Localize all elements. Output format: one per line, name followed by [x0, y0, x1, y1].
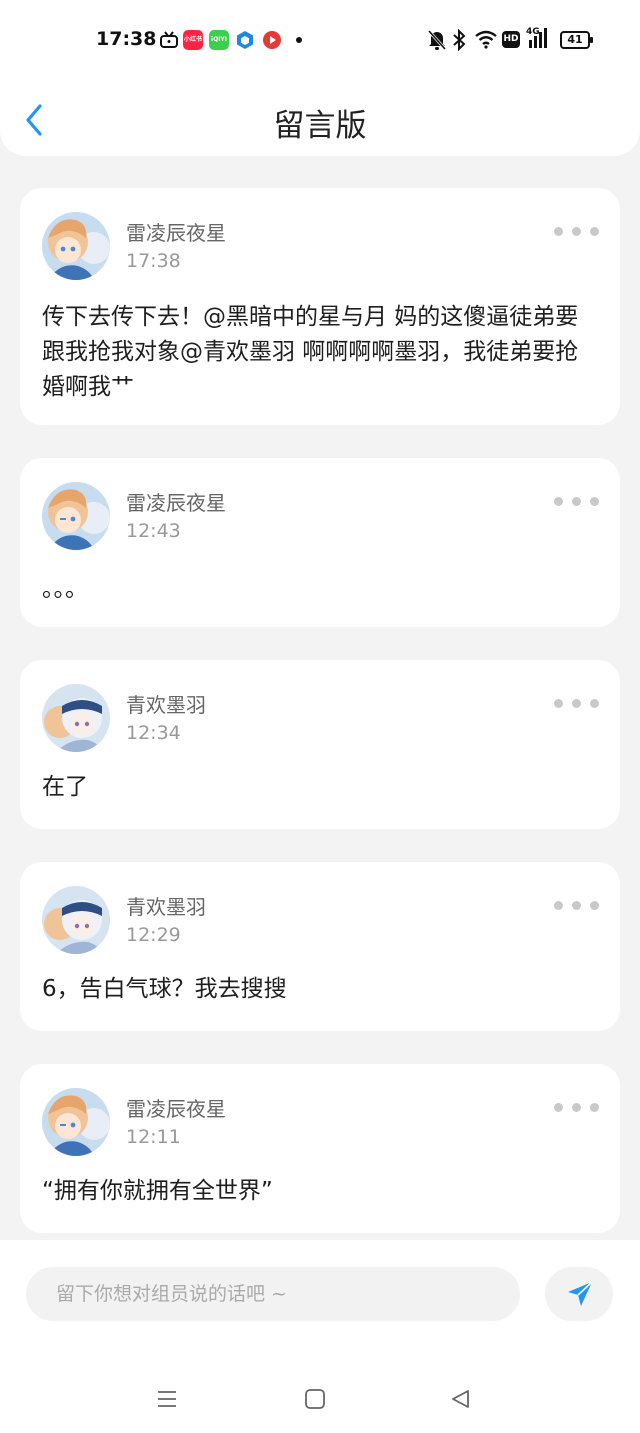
system-nav-bar	[0, 1377, 640, 1421]
more-dot-icon	[590, 699, 599, 708]
avatar[interactable]	[42, 482, 110, 550]
message-text: 6，告白气球？我去搜搜	[42, 976, 287, 1002]
more-dot-icon	[590, 497, 599, 506]
message-card: 雷凌辰夜星 12:43 。。。	[20, 458, 620, 627]
notification-dot-icon	[296, 37, 302, 43]
nav-menu-button[interactable]	[155, 1387, 179, 1411]
more-dot-icon	[572, 1103, 581, 1112]
message-text: 在了	[42, 774, 88, 800]
status-bar: 17:38 小红书 iQIYI HD 4G 41	[0, 0, 640, 80]
bluetooth-icon	[453, 29, 466, 51]
send-button[interactable]	[545, 1267, 613, 1321]
more-dot-icon	[572, 497, 581, 506]
message-card: 雷凌辰夜星 12:11 “拥有你就拥有全世界”	[20, 1064, 620, 1233]
avatar-image	[42, 212, 110, 280]
signal-4g-icon: 4G	[526, 27, 552, 50]
more-dot-icon	[554, 497, 563, 506]
more-dot-icon	[554, 1103, 563, 1112]
more-dot-icon	[554, 901, 563, 910]
message-card: 青欢墨羽 12:34 在了	[20, 660, 620, 829]
more-dot-icon	[590, 1103, 599, 1112]
more-dot-icon	[572, 699, 581, 708]
timestamp: 17:38	[126, 250, 181, 272]
avatar-image	[42, 684, 110, 752]
avatar[interactable]	[42, 1088, 110, 1156]
timestamp: 12:29	[126, 924, 181, 946]
more-dot-icon	[572, 901, 581, 910]
username: 雷凌辰夜星	[126, 1097, 226, 1121]
more-options-button[interactable]	[554, 1100, 600, 1114]
menu-icon	[158, 1391, 176, 1407]
video-app-icon	[263, 31, 281, 49]
iqiyi-app-icon: iQIYI	[209, 30, 229, 50]
username: 雷凌辰夜星	[126, 221, 226, 245]
message-text: 传下去传下去！@黑暗中的星与月 妈的这傻逼徒弟要跟我抢我对象@青欢墨羽 啊啊啊啊…	[42, 304, 579, 400]
header: 17:38 小红书 iQIYI HD 4G 41 留言版	[0, 0, 640, 156]
avatar-image	[42, 1088, 110, 1156]
status-time: 17:38	[96, 28, 157, 50]
more-dot-icon	[572, 227, 581, 236]
home-square-icon	[305, 1389, 325, 1409]
battery-indicator: 41	[560, 31, 593, 49]
nav-back-button[interactable]	[449, 1387, 473, 1411]
more-dot-icon	[554, 227, 563, 236]
avatar[interactable]	[42, 684, 110, 752]
cube-app-icon	[237, 31, 253, 49]
username: 青欢墨羽	[126, 895, 206, 919]
more-dot-icon	[554, 699, 563, 708]
more-dot-icon	[590, 227, 599, 236]
avatar[interactable]	[42, 886, 110, 954]
message-card: 青欢墨羽 12:29 6，告白气球？我去搜搜	[20, 862, 620, 1031]
more-options-button[interactable]	[554, 494, 600, 508]
more-options-button[interactable]	[554, 898, 600, 912]
avatar[interactable]	[42, 212, 110, 280]
mute-bell-icon	[427, 30, 447, 50]
back-triangle-icon	[452, 1390, 469, 1408]
more-options-button[interactable]	[554, 224, 600, 238]
more-dot-icon	[590, 901, 599, 910]
avatar-image	[42, 886, 110, 954]
message-text: 。。。	[42, 576, 88, 602]
wifi-icon	[475, 30, 497, 49]
message-input[interactable]	[26, 1267, 520, 1321]
xiaohongshu-app-icon: 小红书	[183, 30, 203, 50]
nav-home-button[interactable]	[303, 1387, 327, 1411]
timestamp: 12:34	[126, 722, 181, 744]
avatar-image	[42, 482, 110, 550]
message-card: 雷凌辰夜星 17:38 传下去传下去！@黑暗中的星与月 妈的这傻逼徒弟要跟我抢我…	[20, 188, 620, 425]
send-icon	[568, 1281, 593, 1306]
timestamp: 12:11	[126, 1126, 181, 1148]
hd-icon: HD	[502, 31, 520, 48]
page-title: 留言版	[273, 108, 367, 144]
message-text: “拥有你就拥有全世界”	[42, 1178, 273, 1204]
timestamp: 12:43	[126, 520, 181, 542]
username: 雷凌辰夜星	[126, 491, 226, 515]
tv-icon	[160, 31, 178, 48]
username: 青欢墨羽	[126, 693, 206, 717]
more-options-button[interactable]	[554, 696, 600, 710]
